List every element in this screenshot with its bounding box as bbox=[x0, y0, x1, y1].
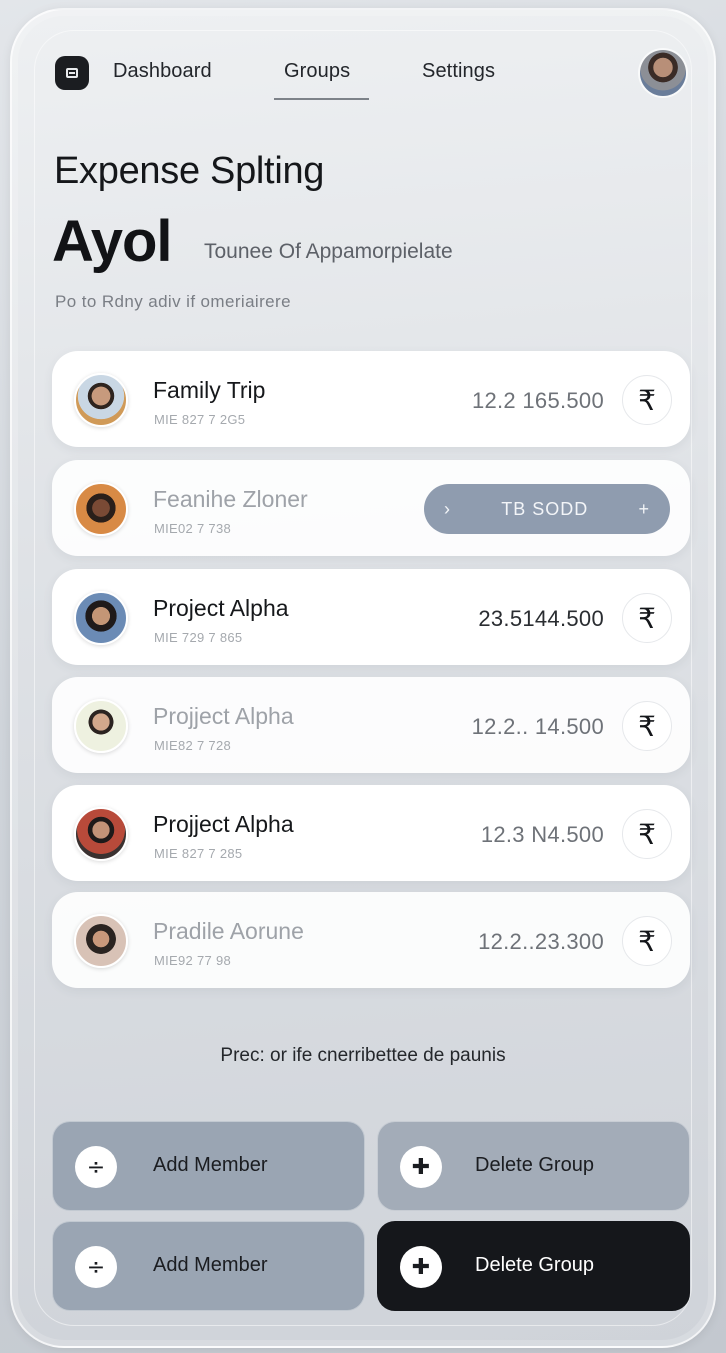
profile-avatar[interactable] bbox=[640, 50, 686, 96]
add-member-button[interactable]: ÷ Add Member bbox=[52, 1121, 365, 1211]
group-meta: MIE92 77 98 bbox=[154, 953, 232, 968]
avatar bbox=[74, 914, 128, 968]
group-row-family-trip[interactable]: Family Trip MIE 827 7 2G5 12.2 165.500 ₹ bbox=[52, 351, 690, 447]
add-member-button-secondary[interactable]: ÷ Add Member bbox=[52, 1221, 365, 1311]
footer-note: Prec: or ife cnerribettee de paunis bbox=[220, 1045, 506, 1066]
button-label: Add Member bbox=[153, 1254, 268, 1276]
group-row-projject-alpha[interactable]: Projject Alpha MIE82 7 728 12.2.. 14.500… bbox=[52, 677, 690, 773]
group-row-pradile-aorune[interactable]: Pradile Aorune MIE92 77 98 12.2..23.300 … bbox=[52, 892, 690, 988]
rupee-icon[interactable]: ₹ bbox=[622, 593, 672, 643]
top-nav: Dashboard Groups Settings bbox=[55, 50, 687, 102]
rupee-icon[interactable]: ₹ bbox=[622, 375, 672, 425]
nav-dashboard[interactable]: Dashboard bbox=[113, 60, 212, 83]
plus-outline-icon: ✚ bbox=[400, 1246, 442, 1288]
avatar bbox=[74, 807, 128, 861]
avatar bbox=[74, 699, 128, 753]
group-name: Pradile Aorune bbox=[153, 918, 304, 944]
group-amount: 12.2 165.500 bbox=[471, 388, 604, 413]
group-row-projject-alpha-2[interactable]: Projject Alpha MIE 827 7 285 12.3 N4.500… bbox=[52, 785, 690, 881]
group-amount: 12.3 N4.500 bbox=[480, 822, 604, 847]
group-amount: 12.2.. 14.500 bbox=[471, 714, 604, 739]
pill-label: TB SODD bbox=[501, 498, 589, 519]
group-meta: MIE 729 7 865 bbox=[154, 630, 243, 645]
button-label: Add Member bbox=[153, 1154, 268, 1176]
divide-icon: ÷ bbox=[75, 1146, 117, 1188]
avatar bbox=[74, 482, 128, 536]
settle-pill-button[interactable]: › TB SODD + bbox=[424, 484, 670, 534]
group-amount: 12.2..23.300 bbox=[478, 929, 604, 954]
button-label: Delete Group bbox=[475, 1154, 594, 1176]
group-name: Family Trip bbox=[153, 377, 266, 403]
delete-group-button[interactable]: ✚ Delete Group bbox=[377, 1121, 690, 1211]
page-title: Expense Splting bbox=[54, 150, 325, 192]
group-name: Feanihe Zloner bbox=[153, 486, 308, 512]
group-meta: MIE 827 7 285 bbox=[154, 846, 243, 861]
group-name: Project Alpha bbox=[153, 595, 289, 621]
group-meta: MIE82 7 728 bbox=[154, 738, 232, 753]
group-subtitle: Tounee Of Appamorpielate bbox=[204, 240, 453, 263]
group-amount: 23.5144.500 bbox=[478, 606, 604, 631]
rupee-icon[interactable]: ₹ bbox=[622, 701, 672, 751]
group-name: Projject Alpha bbox=[153, 811, 294, 837]
nav-settings[interactable]: Settings bbox=[422, 60, 495, 83]
plus-icon: + bbox=[638, 498, 650, 519]
group-meta: MIE 827 7 2G5 bbox=[154, 412, 246, 427]
group-meta: MIE02 7 738 bbox=[154, 521, 232, 536]
active-tab-indicator bbox=[274, 98, 369, 100]
avatar bbox=[74, 373, 128, 427]
group-row-project-alpha[interactable]: Project Alpha MIE 729 7 865 23.5144.500 … bbox=[52, 569, 690, 665]
nav-groups[interactable]: Groups bbox=[284, 60, 350, 83]
group-name: Projject Alpha bbox=[153, 703, 294, 729]
delete-group-button-primary[interactable]: ✚ Delete Group bbox=[377, 1221, 690, 1311]
button-label: Delete Group bbox=[475, 1254, 594, 1276]
plus-outline-icon: ✚ bbox=[400, 1146, 442, 1188]
divide-icon: ÷ bbox=[75, 1246, 117, 1288]
group-row-feanihe-zloner[interactable]: Feanihe Zloner MIE02 7 738 › TB SODD + bbox=[52, 460, 690, 556]
chevron-right-icon: › bbox=[444, 498, 451, 519]
group-tagline: Po to Rdny adiv if omeriairere bbox=[55, 292, 291, 311]
avatar bbox=[74, 591, 128, 645]
rupee-icon[interactable]: ₹ bbox=[622, 916, 672, 966]
app-logo-icon[interactable] bbox=[55, 56, 89, 90]
rupee-icon[interactable]: ₹ bbox=[622, 809, 672, 859]
group-title: Ayol bbox=[52, 209, 173, 274]
